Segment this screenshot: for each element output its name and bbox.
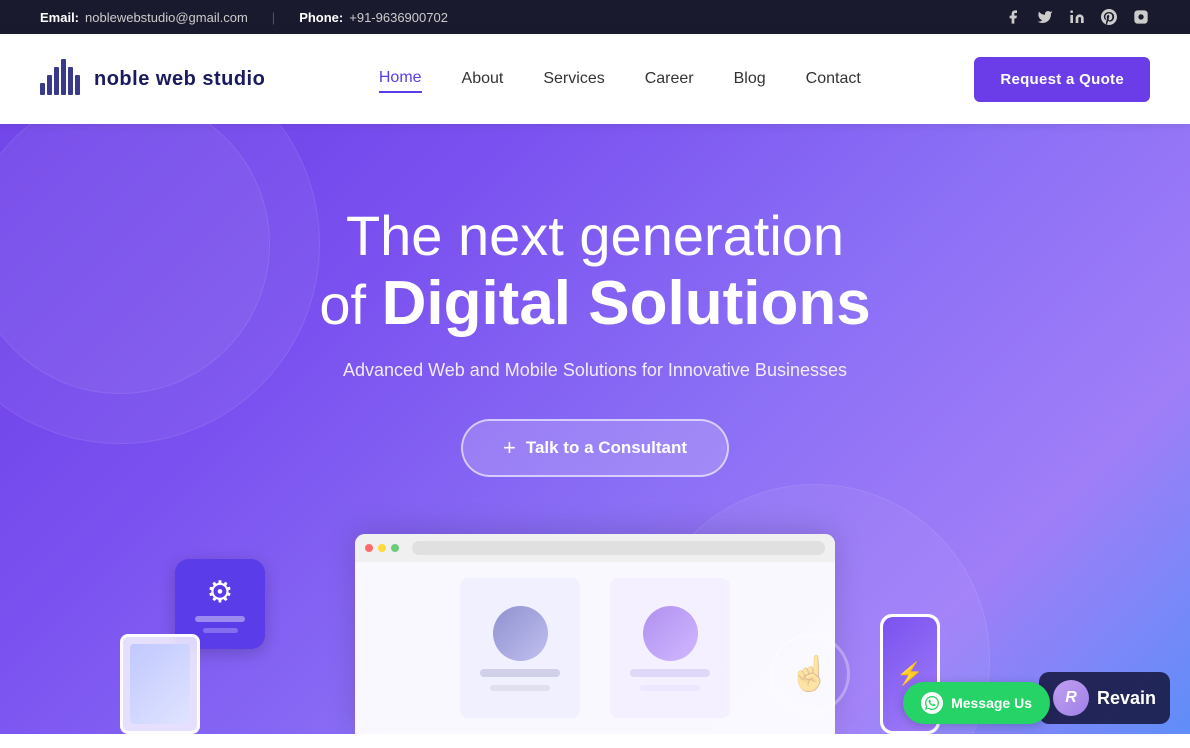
instagram-icon[interactable] bbox=[1132, 8, 1150, 26]
settings-icon: ⚙ bbox=[207, 575, 234, 610]
hero-section: The next generation of Digital Solutions… bbox=[0, 124, 1190, 734]
browser-address-bar bbox=[412, 541, 825, 555]
hero-cta: + Talk to a Consultant bbox=[461, 419, 729, 477]
browser-dot-red bbox=[365, 544, 373, 552]
message-us-label: Message Us bbox=[951, 695, 1032, 711]
logo[interactable]: noble web studio bbox=[40, 63, 265, 95]
email-value: noblewebstudio@gmail.com bbox=[85, 10, 248, 25]
nav-blog[interactable]: Blog bbox=[734, 66, 766, 92]
topbar-phone: Phone: +91-9636900702 bbox=[299, 10, 448, 25]
browser-bar bbox=[355, 534, 835, 562]
topbar: Email: noblewebstudio@gmail.com | Phone:… bbox=[0, 0, 1190, 34]
browser-mockup bbox=[355, 534, 835, 734]
nav-home[interactable]: Home bbox=[379, 65, 422, 93]
profile-line-1 bbox=[480, 669, 560, 677]
fingerprint-icon: ☝ bbox=[770, 634, 850, 714]
nav-about[interactable]: About bbox=[462, 66, 504, 92]
tablet-mockup bbox=[120, 634, 200, 734]
browser-dot-green bbox=[391, 544, 399, 552]
facebook-icon[interactable] bbox=[1004, 8, 1022, 26]
consultant-label: Talk to a Consultant bbox=[526, 438, 687, 458]
monitor-line bbox=[195, 616, 245, 622]
phone-value: +91-9636900702 bbox=[349, 10, 448, 25]
nav-contact[interactable]: Contact bbox=[806, 66, 861, 92]
security-icon-wrap: ☝ bbox=[770, 634, 850, 714]
twitter-icon[interactable] bbox=[1036, 8, 1054, 26]
profile-line-4 bbox=[640, 685, 700, 691]
hero-title-line1: The next generation bbox=[319, 204, 870, 268]
revain-badge: R Revain bbox=[1039, 672, 1170, 724]
profile-line-3 bbox=[630, 669, 710, 677]
topbar-email: Email: noblewebstudio@gmail.com bbox=[40, 10, 248, 25]
profile-card bbox=[460, 578, 580, 718]
profile-card-2 bbox=[610, 578, 730, 718]
hero-title-bold: Digital Solutions bbox=[382, 269, 871, 338]
hero-title: The next generation of Digital Solutions bbox=[319, 204, 870, 340]
request-quote-button[interactable]: Request a Quote bbox=[974, 57, 1150, 102]
navbar: noble web studio Home About Services Car… bbox=[0, 34, 1190, 124]
topbar-divider: | bbox=[272, 10, 275, 25]
social-links bbox=[1004, 8, 1150, 26]
hero-subtitle: Advanced Web and Mobile Solutions for In… bbox=[343, 360, 847, 381]
revain-label: Revain bbox=[1097, 688, 1156, 709]
browser-dot-yellow bbox=[378, 544, 386, 552]
consultant-button[interactable]: + Talk to a Consultant bbox=[461, 419, 729, 477]
whatsapp-icon bbox=[921, 692, 943, 714]
profile-line-2 bbox=[490, 685, 550, 691]
linkedin-icon[interactable] bbox=[1068, 8, 1086, 26]
phone-label: Phone: bbox=[299, 10, 343, 25]
tablet-screen bbox=[130, 644, 190, 724]
email-label: Email: bbox=[40, 10, 79, 25]
hero-title-prefix: of bbox=[319, 273, 366, 336]
profile-avatar-2 bbox=[643, 606, 698, 661]
logo-icon bbox=[40, 63, 84, 95]
plus-icon: + bbox=[503, 437, 516, 459]
nav-services[interactable]: Services bbox=[543, 66, 604, 92]
logo-text: noble web studio bbox=[94, 68, 265, 91]
hero-title-line2: of Digital Solutions bbox=[319, 268, 870, 339]
monitor-line-sm bbox=[203, 628, 238, 633]
nav-career[interactable]: Career bbox=[645, 66, 694, 92]
nav-links: Home About Services Career Blog Contact bbox=[379, 65, 861, 93]
topbar-contacts: Email: noblewebstudio@gmail.com | Phone:… bbox=[40, 10, 448, 25]
pinterest-icon[interactable] bbox=[1100, 8, 1118, 26]
whatsapp-message-button[interactable]: Message Us bbox=[903, 682, 1050, 724]
profile-avatar bbox=[493, 606, 548, 661]
browser-content bbox=[355, 562, 835, 734]
revain-icon: R bbox=[1053, 680, 1089, 716]
